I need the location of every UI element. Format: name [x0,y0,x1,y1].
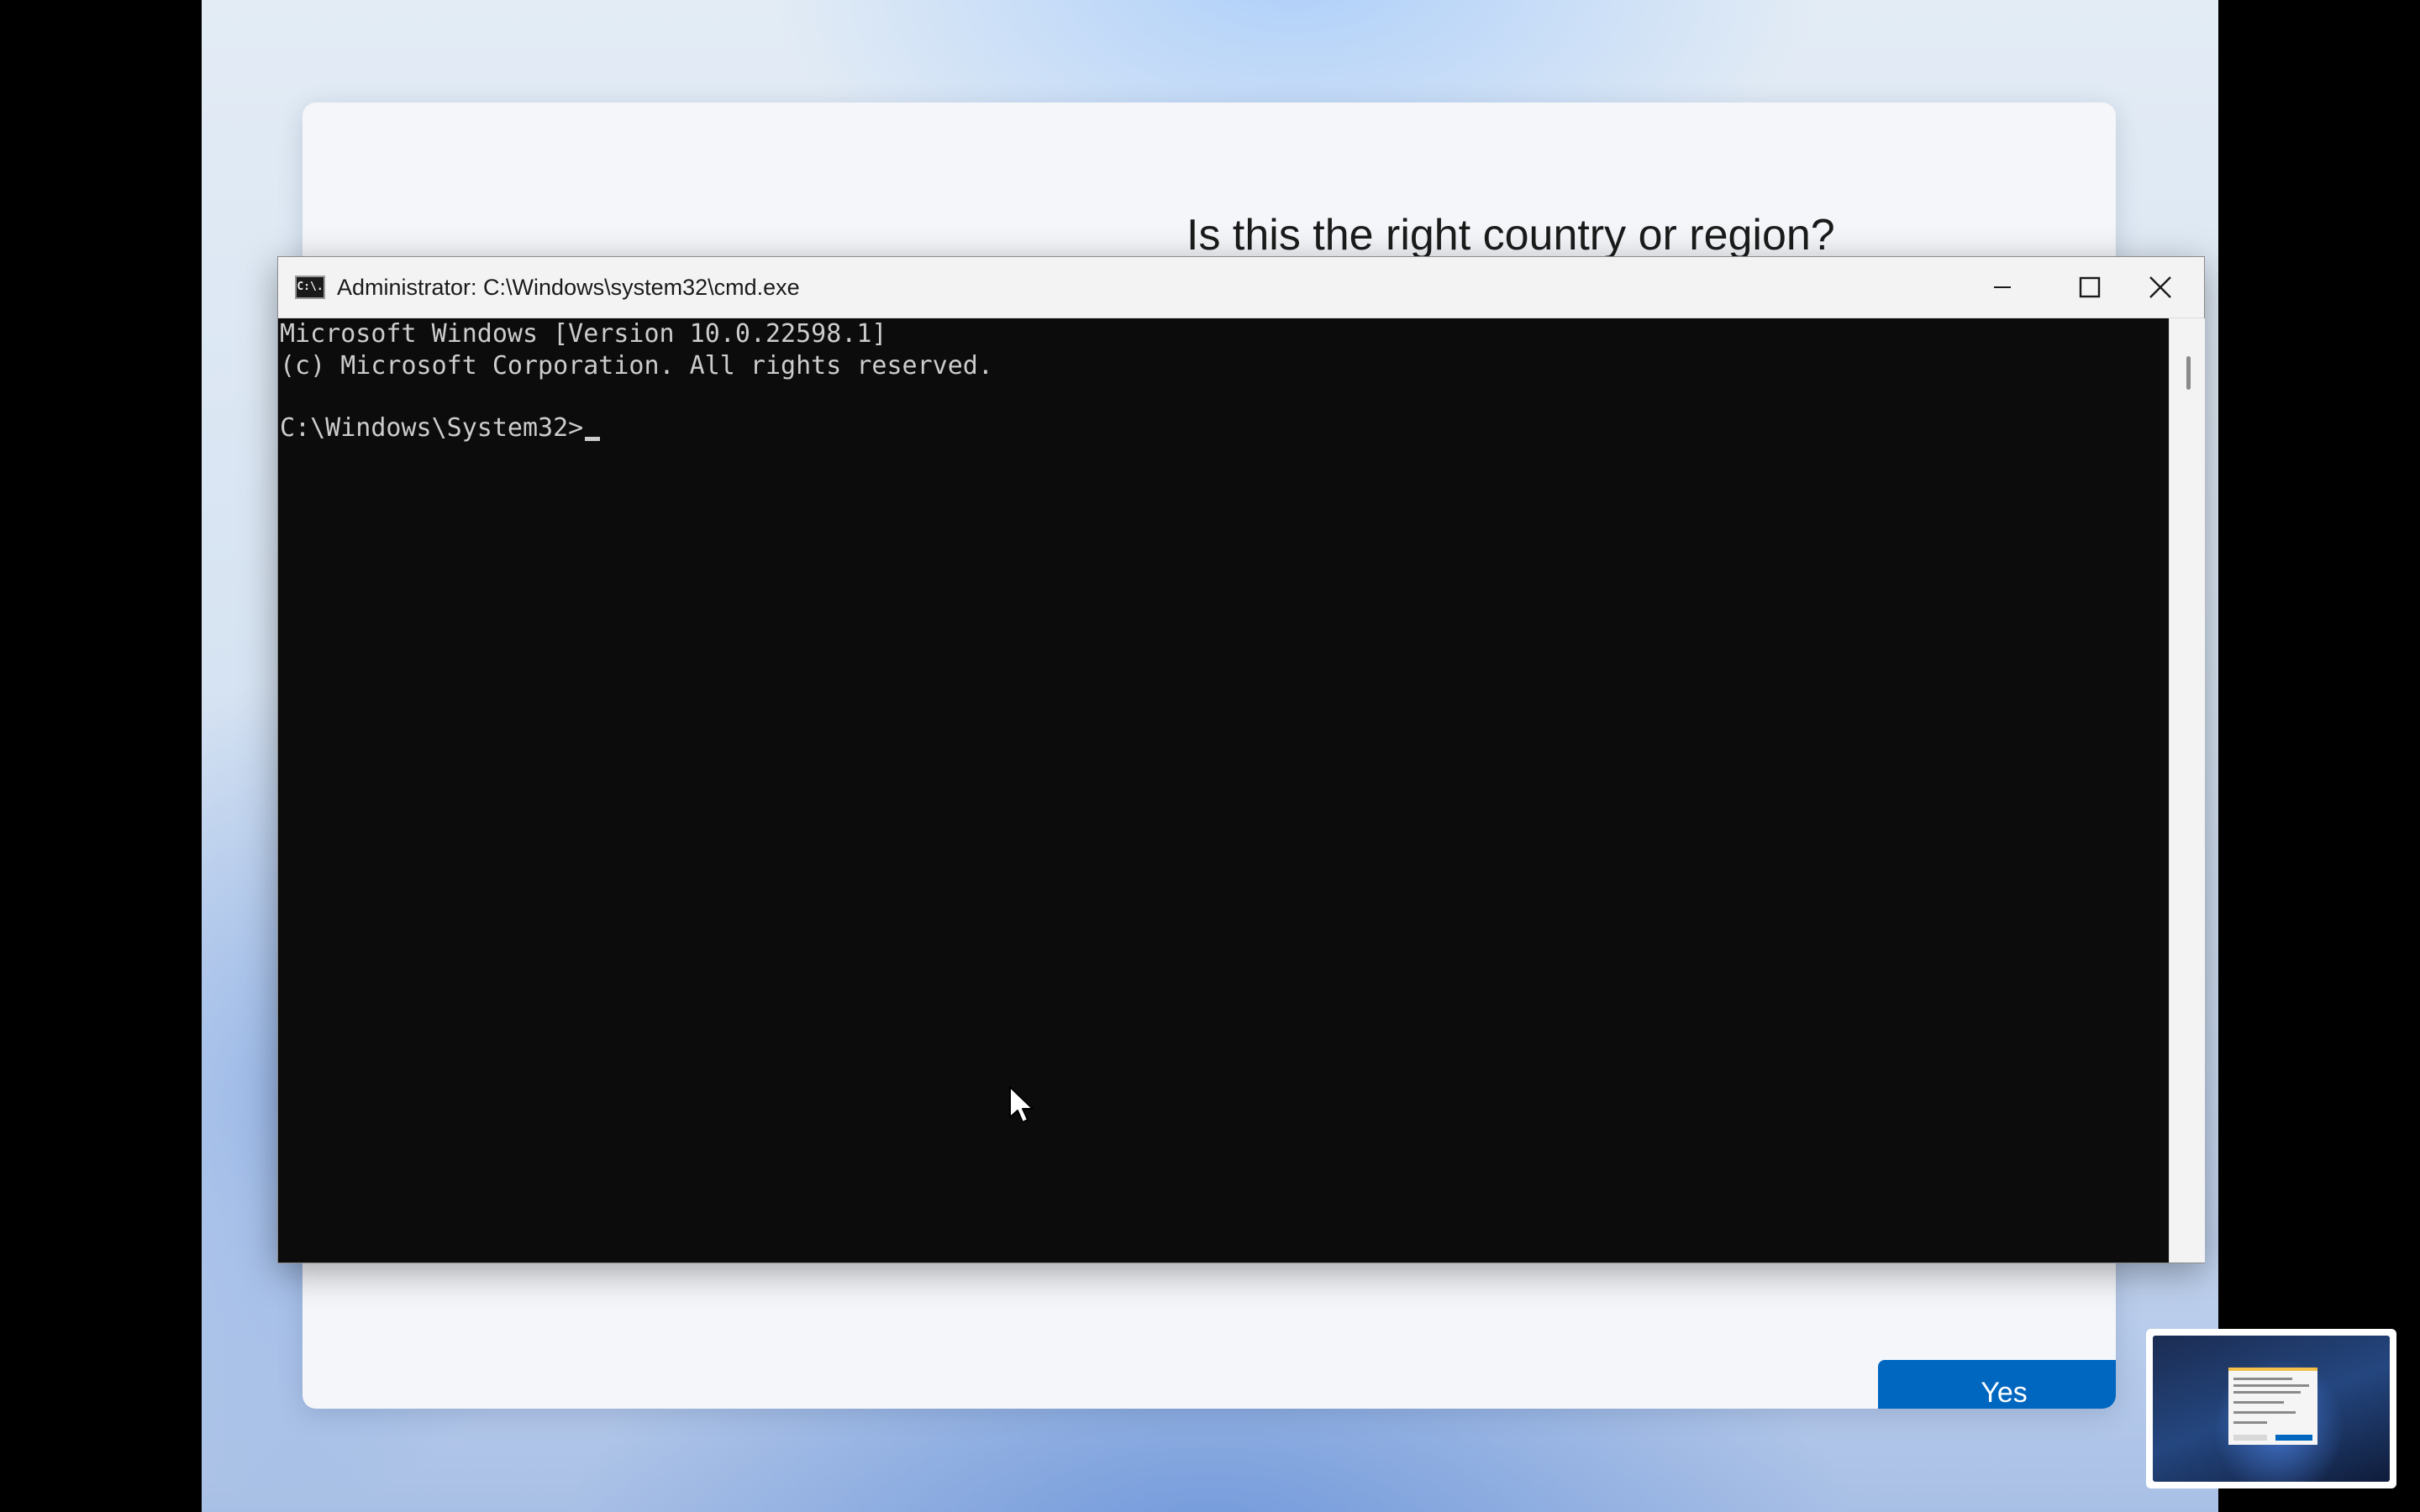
close-icon [2149,276,2172,299]
console-prompt: C:\Windows\System32> [280,413,584,443]
preview-uac-dialog [2228,1368,2317,1445]
screen: Is this the right country or region? Yes [0,0,2420,1512]
cmd-window[interactable]: C:\. Administrator: C:\Windows\system32\… [277,256,2205,1263]
cmd-icon[interactable]: C:\. [295,276,325,299]
cmd-window-title: Administrator: C:\Windows\system32\cmd.e… [337,275,800,300]
cmd-console[interactable]: Microsoft Windows [Version 10.0.22598.1]… [278,318,2169,1263]
window-preview-thumbnail[interactable] [2146,1329,2396,1488]
mouse-pointer-icon [1008,1085,1037,1126]
scrollbar-thumb[interactable] [2186,356,2191,390]
console-line: (c) Microsoft Corporation. All rights re… [280,351,993,381]
console-line: Microsoft Windows [Version 10.0.22598.1] [280,319,887,349]
oobe-heading: Is this the right country or region? [1186,211,1835,260]
minimize-icon [1992,277,2012,297]
minimize-button[interactable] [1959,257,2046,318]
cmd-scrollbar[interactable] [2169,318,2205,1263]
maximize-icon [2079,276,2101,298]
close-button[interactable] [2117,257,2204,318]
yes-button[interactable]: Yes [1878,1360,2116,1409]
preview-image [2153,1336,2390,1482]
cmd-titlebar[interactable]: C:\. Administrator: C:\Windows\system32\… [278,257,2204,318]
console-prompt-line: C:\Windows\System32> [280,412,601,444]
text-cursor [585,437,601,441]
